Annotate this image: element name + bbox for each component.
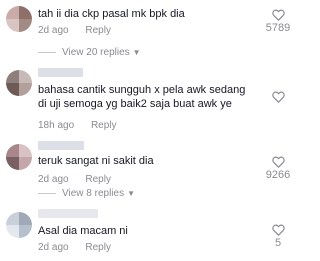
- like-button[interactable]: 5: [262, 224, 294, 249]
- reply-button[interactable]: Reply: [85, 25, 111, 36]
- comment-time: 2d ago: [38, 242, 69, 253]
- comment-time: 2d ago: [38, 174, 69, 185]
- avatar[interactable]: [6, 70, 32, 96]
- like-count: 5: [274, 237, 282, 249]
- comment-time: 2d ago: [38, 25, 69, 36]
- username-redacted[interactable]: [38, 209, 98, 218]
- like-button[interactable]: [262, 91, 294, 103]
- heart-outline-icon: [271, 91, 285, 103]
- comment-text: tah ii dia ckp pasal mk bpk dia: [38, 8, 185, 20]
- comment-text: Asal dia macam ni: [38, 225, 128, 237]
- view-replies-button[interactable]: View 20 replies ▼: [38, 47, 141, 58]
- like-button[interactable]: 5789: [262, 9, 294, 34]
- chevron-down-icon: ▼: [127, 189, 135, 198]
- username-redacted[interactable]: [38, 141, 84, 150]
- view-replies-label: View 8 replies: [62, 188, 125, 199]
- reply-button[interactable]: Reply: [91, 120, 117, 131]
- heart-outline-icon: [271, 224, 285, 236]
- comment-meta: 2d ago Reply: [38, 174, 111, 185]
- reply-button[interactable]: Reply: [85, 174, 111, 185]
- like-count: 5789: [265, 22, 291, 34]
- reply-button[interactable]: Reply: [85, 242, 111, 253]
- like-count: 9266: [265, 169, 291, 181]
- avatar[interactable]: [6, 212, 32, 238]
- heart-outline-icon: [271, 156, 285, 168]
- chevron-down-icon: ▼: [132, 48, 141, 57]
- like-button[interactable]: 9266: [262, 156, 294, 181]
- avatar[interactable]: [6, 144, 32, 170]
- comment-text: bahasa cantik sungguh x pela awk sedang …: [38, 84, 249, 110]
- heart-outline-icon: [271, 9, 285, 21]
- replies-divider: [38, 51, 56, 53]
- comment-meta: 2d ago Reply: [38, 242, 111, 253]
- comment-text: teruk sangat ni sakit dia: [38, 155, 154, 167]
- view-replies-button[interactable]: View 8 replies ▼: [38, 188, 135, 199]
- replies-divider: [38, 192, 56, 194]
- avatar[interactable]: [6, 6, 32, 32]
- comment-meta: 2d ago Reply: [38, 25, 111, 36]
- username-redacted[interactable]: [38, 68, 83, 77]
- comment-time: 18h ago: [38, 120, 75, 131]
- view-replies-label: View 20 replies: [62, 47, 130, 58]
- comment-meta: 18h ago Reply: [38, 120, 117, 131]
